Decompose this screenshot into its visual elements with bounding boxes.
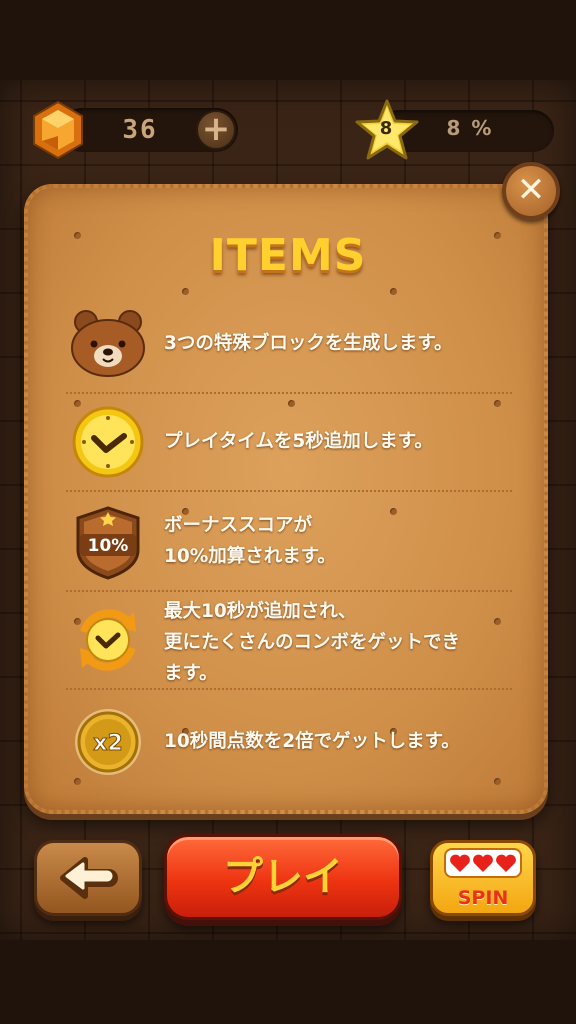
item-description: プレイタイムを5秒追加します。	[164, 431, 433, 452]
item-description: 10秒間点数を2倍でゲットします。	[164, 731, 460, 752]
bear-icon	[71, 310, 145, 377]
bonus-shield-icon: 10%	[76, 506, 140, 580]
add-gems-button[interactable]: +	[196, 110, 236, 150]
panel-title: ITEMS	[209, 230, 367, 281]
level-number: 8	[379, 118, 393, 139]
heart-icons	[450, 854, 516, 872]
clock-icon	[72, 406, 144, 478]
bottom-letterbox	[0, 940, 576, 1024]
x2-coin-icon: x2	[75, 709, 141, 775]
item-description: 最大10秒が追加され、 更にたくさんのコンボをゲットでき ます。	[164, 601, 461, 684]
close-button[interactable]: ✕	[502, 162, 560, 220]
top-letterbox	[0, 0, 576, 80]
svg-text:10%: 10%	[88, 536, 129, 556]
item-description: ボーナススコアが 10%加算されます。	[164, 515, 336, 567]
svg-text:x2: x2	[93, 731, 123, 756]
spin-button-label: SPIN	[457, 887, 509, 909]
arrow-left-icon	[60, 857, 118, 899]
gem-icon	[33, 100, 83, 160]
divider	[66, 490, 512, 492]
clock-refresh-icon	[80, 609, 136, 671]
divider	[66, 590, 512, 592]
slot-hearts-display	[444, 848, 522, 878]
item-description: 3つの特殊ブロックを生成します。	[164, 333, 453, 354]
back-button[interactable]	[34, 840, 142, 916]
divider	[66, 392, 512, 394]
play-button-label: プレイ	[223, 854, 343, 900]
level-progress-text: 8 %	[446, 116, 494, 140]
gem-count: 36	[122, 115, 158, 145]
